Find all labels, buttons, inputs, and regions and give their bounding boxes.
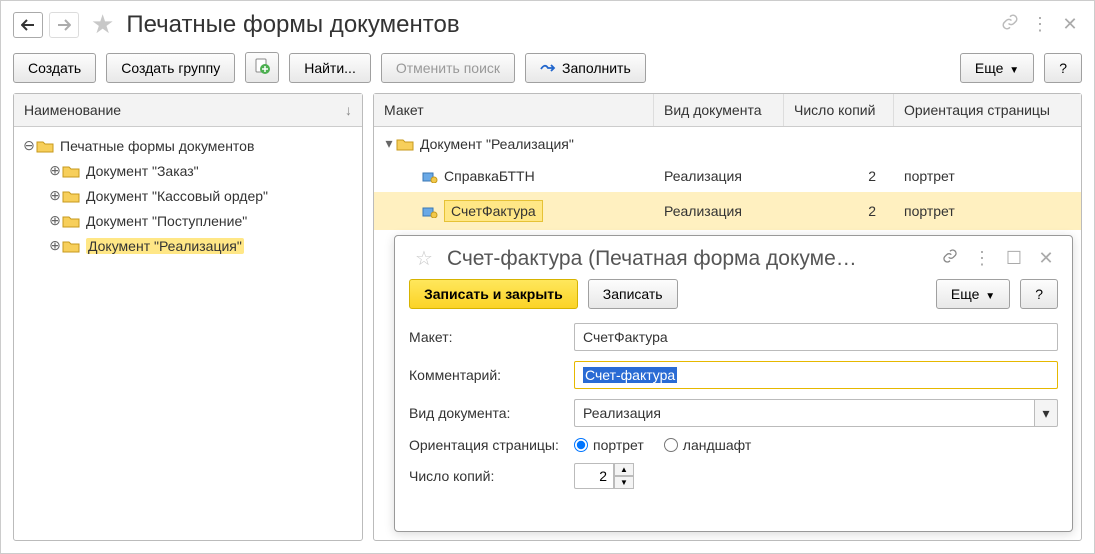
folder-icon [396, 137, 414, 151]
subwindow-toolbar: Записать и закрыть Записать Еще ▼ ? [409, 279, 1058, 309]
link-icon[interactable] [938, 248, 962, 269]
field-doc-type: Вид документа: Реализация ▾ [409, 399, 1058, 427]
dropdown-button[interactable]: ▾ [1034, 399, 1058, 427]
grid-panel: Макет Вид документа Число копий Ориентац… [373, 93, 1082, 541]
col-orientation[interactable]: Ориентация страницы [894, 94, 1081, 126]
folder-icon [62, 214, 80, 228]
collapse-icon[interactable]: ▾ [382, 135, 396, 152]
field-maket: Макет: СчетФактура [409, 323, 1058, 351]
help-button[interactable]: ? [1020, 279, 1058, 309]
col-name[interactable]: Наименование↓ [14, 94, 362, 126]
cancel-search-button[interactable]: Отменить поиск [381, 53, 515, 83]
radio-landscape[interactable]: ландшафт [664, 437, 752, 453]
expand-icon[interactable]: ⊕ [48, 162, 62, 179]
create-group-button[interactable]: Создать группу [106, 53, 235, 83]
field-comment: Комментарий: Счет-фактура [409, 361, 1058, 389]
expand-icon[interactable]: ⊕ [48, 212, 62, 229]
tree-root[interactable]: ⊖ Печатные формы документов [18, 133, 358, 158]
copies-input[interactable] [574, 463, 614, 489]
save-close-button[interactable]: Записать и закрыть [409, 279, 578, 309]
maximize-icon[interactable]: ☐ [1002, 248, 1026, 269]
field-orientation: Ориентация страницы: портрет ландшафт [409, 437, 1058, 453]
expand-icon[interactable]: ⊕ [48, 237, 62, 254]
back-button[interactable] [13, 12, 43, 38]
main-window: ★ Печатные формы документов ⋮ ✕ Создать … [0, 0, 1095, 554]
maket-input[interactable]: СчетФактура [574, 323, 1058, 351]
folder-icon [36, 139, 54, 153]
folder-icon [62, 189, 80, 203]
find-button[interactable]: Найти... [289, 53, 371, 83]
subwindow-titlebar: ☆ Счет-фактура (Печатная форма докуме… ⋮… [409, 246, 1058, 271]
grid-header: Макет Вид документа Число копий Ориентац… [374, 94, 1081, 127]
fill-button[interactable]: Заполнить [525, 53, 646, 83]
sort-indicator-icon: ↓ [345, 102, 352, 118]
radio-landscape-input[interactable] [664, 438, 678, 452]
col-copies[interactable]: Число копий [784, 94, 894, 126]
col-doc-type[interactable]: Вид документа [654, 94, 784, 126]
grid-body: ▾ Документ "Реализация" СправкаБТТН Реал… [374, 127, 1081, 540]
tree-body: ⊖ Печатные формы документов ⊕ Документ "… [14, 127, 362, 540]
create-button[interactable]: Создать [13, 53, 96, 83]
grid-group-row[interactable]: ▾ Документ "Реализация" [374, 127, 1081, 160]
tree-item[interactable]: ⊕ Документ "Кассовый ордер" [18, 183, 358, 208]
grid-row[interactable]: СправкаБТТН Реализация 2 портрет [374, 160, 1081, 192]
close-icon[interactable]: ✕ [1034, 248, 1058, 269]
close-icon[interactable]: ✕ [1058, 14, 1082, 35]
folder-icon [62, 164, 80, 178]
col-maket[interactable]: Макет [374, 94, 654, 126]
detail-subwindow: ☆ Счет-фактура (Печатная форма докуме… ⋮… [394, 235, 1073, 532]
titlebar: ★ Печатные формы документов ⋮ ✕ [1, 1, 1094, 48]
help-button[interactable]: ? [1044, 53, 1082, 83]
add-item-button[interactable] [245, 52, 279, 83]
tree-item[interactable]: ⊕ Документ "Заказ" [18, 158, 358, 183]
expand-icon[interactable]: ⊕ [48, 187, 62, 204]
menu-icon[interactable]: ⋮ [1028, 14, 1052, 35]
radio-portrait[interactable]: портрет [574, 437, 644, 453]
spin-up-button[interactable]: ▲ [614, 463, 634, 476]
favorite-icon[interactable]: ★ [91, 9, 114, 40]
menu-icon[interactable]: ⋮ [970, 248, 994, 269]
save-button[interactable]: Записать [588, 279, 678, 309]
folder-icon [62, 239, 80, 253]
radio-portrait-input[interactable] [574, 438, 588, 452]
more-button[interactable]: Еще ▼ [936, 279, 1010, 309]
collapse-icon[interactable]: ⊖ [22, 137, 36, 154]
main-toolbar: Создать Создать группу Найти... Отменить… [1, 48, 1094, 93]
forward-button[interactable] [49, 12, 79, 38]
doc-type-select[interactable]: Реализация [574, 399, 1034, 427]
grid-row-selected[interactable]: СчетФактура Реализация 2 портрет [374, 192, 1081, 230]
window-title: Печатные формы документов [126, 11, 992, 39]
copies-spinner: ▲ ▼ [574, 463, 638, 489]
more-button[interactable]: Еще ▼ [960, 53, 1034, 83]
fill-icon [540, 61, 556, 75]
doc-icon [422, 170, 438, 182]
comment-input[interactable]: Счет-фактура [574, 361, 1058, 389]
field-copies: Число копий: ▲ ▼ [409, 463, 1058, 489]
tree-item[interactable]: ⊕ Документ "Поступление" [18, 208, 358, 233]
spin-down-button[interactable]: ▼ [614, 476, 634, 489]
subwindow-title: Счет-фактура (Печатная форма докуме… [447, 247, 930, 271]
tree-panel: Наименование↓ ⊖ Печатные формы документо… [13, 93, 363, 541]
doc-icon [422, 205, 438, 217]
tree-header: Наименование↓ [14, 94, 362, 127]
content-area: Наименование↓ ⊖ Печатные формы документо… [1, 93, 1094, 553]
tree-item-selected[interactable]: ⊕ Документ "Реализация" [18, 233, 358, 258]
favorite-icon[interactable]: ☆ [415, 246, 433, 271]
link-icon[interactable] [998, 13, 1022, 36]
